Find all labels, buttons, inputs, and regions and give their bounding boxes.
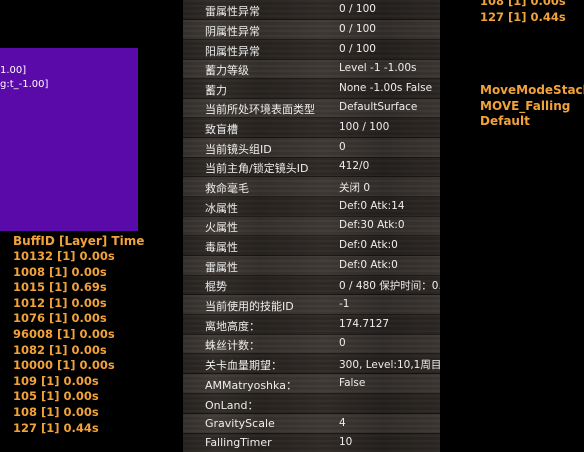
stats-panel: 雷属性异常 0 / 100 阴属性异常 0 / 100 阳属性异常 0 / 10…: [183, 0, 440, 452]
stat-row-life-hair: 救命毫毛 关闭 0: [183, 177, 440, 197]
stat-row-ground-height: 离地高度： 174.7127: [183, 315, 440, 335]
buff-row: 10132 [1] 0.00s: [13, 249, 115, 263]
buff-row: 96008 [1] 0.00s: [13, 326, 115, 341]
stat-row-camera-id: 当前主角/锁定镜头ID 412/0: [183, 157, 440, 177]
stat-row-staff-focus: 棍势 0 / 480 保护时间：0.00s 0级: [183, 275, 440, 295]
stat-value: Def:30 Atk:0: [339, 219, 405, 231]
move-mode-stack: MoveModeStack: MOVE_Falling Default: [480, 83, 584, 130]
stat-row-charge: 蓄力 None -1.00s False: [183, 79, 440, 99]
top-right-buff-lines: 108 [1] 0.00s 127 [1] 0.44s: [480, 0, 566, 25]
stat-row-level-hp-expectation: 关卡血量期望： 300, Level:10,1周目: [183, 354, 440, 374]
stat-row-ice-attribute: 冰属性 Def:0 Atk:14: [183, 197, 440, 217]
stat-row-spider-silk-count: 蛛丝计数： 0: [183, 334, 440, 354]
stat-value: DefaultSurface: [339, 101, 418, 113]
stat-row-blind-gauge: 致盲槽 100 / 100: [183, 118, 440, 138]
stat-row-yang-abnormal: 阳属性异常 0 / 100: [183, 40, 440, 60]
move-mode-title: MoveModeStack:: [480, 83, 584, 97]
stat-row-falling-timer: FallingTimer 10: [183, 433, 440, 452]
stat-value: 100 / 100: [339, 121, 390, 133]
stat-value: False: [339, 377, 366, 389]
stat-row-yin-abnormal: 阴属性异常 0 / 100: [183, 20, 440, 40]
move-mode-current: MOVE_Falling: [480, 98, 571, 113]
stat-label: 阳属性异常: [205, 45, 260, 58]
stat-value: 4: [339, 417, 346, 429]
stat-label: AMMatryoshka：: [205, 379, 297, 392]
stat-row-gravity-scale: GravityScale 4: [183, 414, 440, 434]
stat-label: 当前使用的技能ID: [205, 300, 294, 313]
buff-row: 127 [1] 0.44s: [13, 420, 99, 435]
game-debug-overlay: 1.00] g:t_-1.00] BuffID [Layer] Time 101…: [0, 0, 584, 452]
stat-row-fire-attribute: 火属性 Def:30 Atk:0: [183, 216, 440, 236]
buff-row: 1008 [1] 0.00s: [13, 264, 107, 279]
stat-row-surface-type: 当前所处环境表面类型 DefaultSurface: [183, 98, 440, 118]
purple-panel-line: 1.00]: [0, 65, 27, 76]
stat-label: 离地高度：: [205, 320, 260, 333]
top-right-buff-line: 108 [1] 0.00s: [480, 0, 566, 8]
stat-row-skill-id: 当前使用的技能ID -1: [183, 295, 440, 315]
buff-row: 1076 [1] 0.00s: [13, 311, 107, 326]
stat-label: 冰属性: [205, 202, 238, 215]
stat-label: OnLand：: [205, 399, 259, 412]
stat-label: 雷属性异常: [205, 5, 260, 18]
buff-list: BuffID [Layer] Time 10132 [1] 0.00s 1008…: [13, 234, 144, 436]
stat-value: 0 / 100: [339, 23, 376, 35]
buff-row: 10000 [1] 0.00s: [13, 358, 115, 373]
stat-row-poison-attribute: 毒属性 Def:0 Atk:0: [183, 236, 440, 256]
stat-value: -1: [339, 298, 350, 310]
stat-label: 致盲槽: [205, 123, 238, 136]
stat-row-camera-group: 当前镜头组ID 0: [183, 138, 440, 158]
stat-label: FallingTimer: [205, 436, 272, 449]
stat-label: 雷属性: [205, 261, 238, 274]
stat-label: 当前主角/锁定镜头ID: [205, 162, 309, 175]
stat-row-charge-level: 蓄力等级 Level -1 -1.00s: [183, 59, 440, 79]
stat-value: 关闭 0: [339, 182, 371, 194]
buff-row: 1012 [1] 0.00s: [13, 295, 107, 310]
stat-label: 毒属性: [205, 241, 238, 254]
buff-row: 1082 [1] 0.00s: [13, 342, 107, 357]
buff-row: 1015 [1] 0.69s: [13, 280, 107, 295]
stat-label: 当前所处环境表面类型: [205, 103, 315, 116]
stat-value: None -1.00s False: [339, 82, 433, 94]
buff-list-header: BuffID [Layer] Time: [13, 234, 145, 248]
stat-value: 10: [339, 436, 353, 448]
stat-value: 0: [339, 337, 346, 349]
purple-debug-panel: 1.00] g:t_-1.00]: [0, 48, 138, 231]
stat-value: Def:0 Atk:0: [339, 259, 398, 271]
stat-value: Def:0 Atk:14: [339, 200, 405, 212]
stat-label: 阴属性异常: [205, 25, 260, 38]
stat-value: 300, Level:10,1周目: [339, 359, 440, 371]
stat-row-thunder-attribute: 雷属性 Def:0 Atk:0: [183, 256, 440, 276]
stat-value: 0 / 100: [339, 3, 376, 15]
stat-value: 0 / 100: [339, 43, 376, 55]
stat-value: 0: [339, 141, 346, 153]
stat-value: Level -1 -1.00s: [339, 62, 417, 74]
stat-value: 174.7127: [339, 318, 390, 330]
top-right-buff-line: 127 [1] 0.44s: [480, 9, 566, 24]
stat-value: Def:0 Atk:0: [339, 239, 398, 251]
stat-label: 火属性: [205, 221, 238, 234]
buff-row: 105 [1] 0.00s: [13, 389, 99, 404]
stat-label: GravityScale: [205, 417, 275, 430]
stat-row-thunder-abnormal: 雷属性异常 0 / 100: [183, 0, 440, 20]
stat-value: 412/0: [339, 160, 370, 172]
stat-row-am-matryoshka: AMMatryoshka： False: [183, 374, 440, 394]
stat-label: 蓄力等级: [205, 64, 249, 77]
stat-label: 救命毫毛: [205, 182, 249, 195]
stat-value: 0 / 480 保护时间：0.00s 0级: [339, 280, 440, 292]
stat-row-on-land: OnLand：: [183, 394, 440, 414]
stat-label: 关卡血量期望：: [205, 359, 282, 372]
buff-row: 109 [1] 0.00s: [13, 373, 99, 388]
stat-label: 蛛丝计数：: [205, 339, 260, 352]
move-mode-default: Default: [480, 114, 530, 128]
buff-row: 108 [1] 0.00s: [13, 404, 99, 419]
purple-panel-line: g:t_-1.00]: [0, 79, 49, 90]
stat-label: 棍势: [205, 280, 227, 293]
stat-label: 当前镜头组ID: [205, 143, 272, 156]
stat-label: 蓄力: [205, 84, 227, 97]
